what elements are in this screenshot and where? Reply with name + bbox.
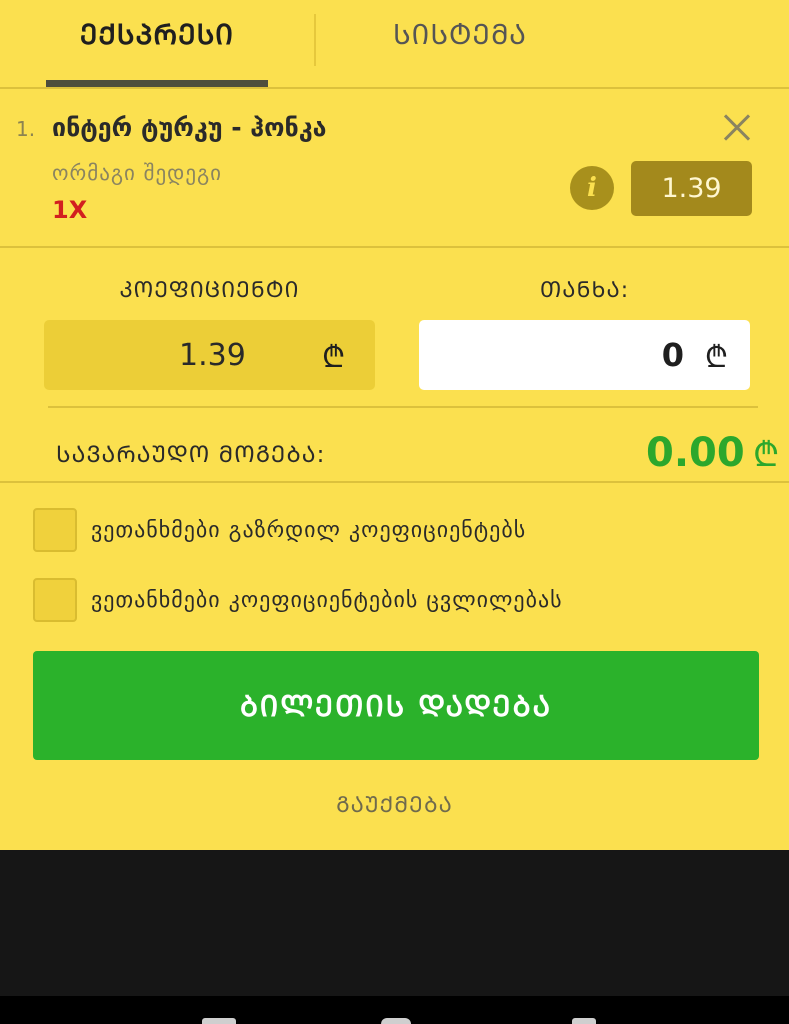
tab-express[interactable]: ᲔᲥᲡᲞᲠᲔᲡᲘ [46,12,268,56]
tab-separator [314,14,316,66]
betslip-panel: ᲔᲥᲡᲞᲠᲔᲡᲘ ᲡᲘᲡᲢᲔᲛᲐ 1. ინტერ ტურკუ - ჰონკა … [0,0,789,850]
tab-system[interactable]: ᲡᲘᲡᲢᲔᲛᲐ [330,12,590,56]
selection-index: 1. [16,117,36,141]
selection-market: ორმაგი შედეგი [52,161,223,185]
betslip-tabs: ᲔᲥᲡᲞᲠᲔᲡᲘ ᲡᲘᲡᲢᲔᲛᲐ [0,0,789,89]
divider [48,406,758,408]
cancel-button[interactable]: ᲒᲐᲣᲥᲛᲔᲑᲐ [0,790,789,819]
accept-odds-change-label[interactable]: ვეთანხმები კოეფიციენტების ცვლილებას [91,588,563,613]
coefficient-value: 1.39 [179,337,246,373]
divider [0,481,789,483]
stake-value[interactable]: 0 [662,336,684,374]
lari-currency-icon: ₾ [753,435,780,475]
selection-pick: 1X [52,196,88,224]
lari-currency-icon: ₾ [704,339,728,375]
info-icon[interactable]: i [570,166,614,210]
coefficient-label: ᲙᲝᲔᲤᲘᲪᲘᲔᲜᲢᲘ [119,278,300,303]
selection-title: ინტერ ტურკუ - ჰონკა [52,113,327,142]
accept-increased-odds-option[interactable]: ვეთანხმები გაზრდილ კოეფიციენტებს [33,508,526,552]
lari-currency-icon: ₾ [322,339,346,375]
bet-selection: 1. ინტერ ტურკუ - ჰონკა ორმაგი შედეგი 1X … [0,89,789,247]
active-tab-indicator [46,80,268,87]
potential-win-value: 0.00 [646,430,745,476]
coefficient-field: 1.39 ₾ [44,320,375,390]
nav-back-icon[interactable] [202,1018,236,1024]
system-nav-bar [0,996,789,1024]
potential-win-label: ᲡᲐᲕᲐᲠᲐᲣᲓᲝ ᲛᲝᲒᲔᲑᲐ: [56,442,326,468]
nav-recent-apps-icon[interactable] [572,1018,596,1024]
close-icon[interactable] [718,109,756,147]
selection-divider [0,246,789,248]
accept-increased-odds-checkbox[interactable] [33,508,77,552]
selection-odd-badge: 1.39 [631,161,752,216]
accept-odds-change-option[interactable]: ვეთანხმები კოეფიციენტების ცვლილებას [33,578,563,622]
accept-odds-change-checkbox[interactable] [33,578,77,622]
accept-increased-odds-label[interactable]: ვეთანხმები გაზრდილ კოეფიციენტებს [91,518,526,543]
stake-label: ᲗᲐᲜᲮᲐ: [539,278,630,303]
nav-home-icon[interactable] [381,1018,411,1024]
stake-input[interactable]: 0 ₾ [419,320,750,390]
place-bet-button[interactable]: ᲑᲘᲚᲔᲗᲘᲡ ᲓᲐᲓᲔᲑᲐ [33,651,759,760]
